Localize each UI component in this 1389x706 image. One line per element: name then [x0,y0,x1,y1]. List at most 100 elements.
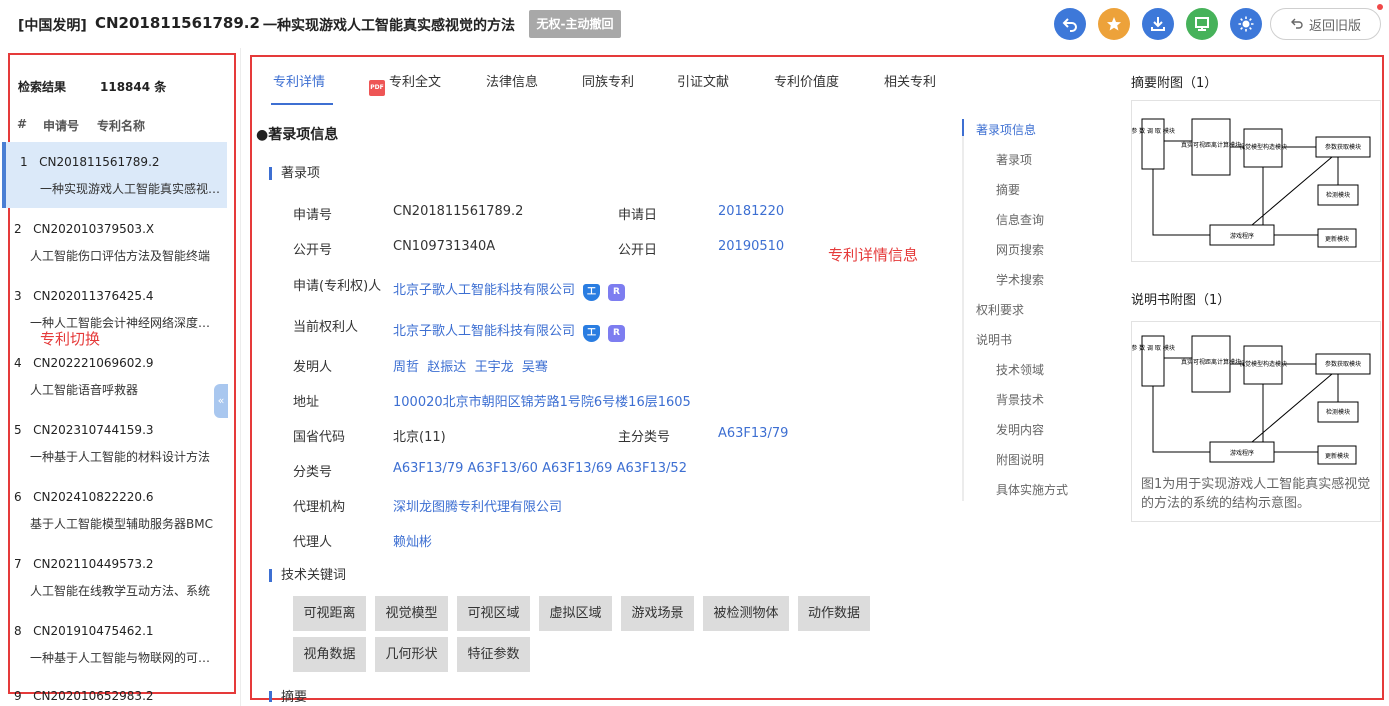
tab-fulltext[interactable]: PDF专利全文 [369,71,441,96]
tab-value[interactable]: 专利价值度 [774,71,839,90]
tab-related[interactable]: 相关专利 [884,71,936,90]
keyword-tag[interactable]: 动作数据 [798,596,870,631]
item-name: 一种基于人工智能的材料设计方法 [30,448,217,465]
item-appno: CN202010652983.2 [33,689,153,703]
monitor-button[interactable] [1186,8,1218,40]
tab-legal[interactable]: 法律信息 [486,71,538,90]
tab-detail[interactable]: 专利详情 [273,71,325,90]
toc-item[interactable]: 著录项 [996,151,1032,168]
diagram-label: 更新模块 [1325,235,1349,243]
divider [240,48,241,706]
list-item[interactable]: 7 CN202110449573.2 人工智能在线教学互动方法、系统 [2,544,227,610]
list-item[interactable]: 6 CN202410822220.6 基于人工智能模型辅助服务器BMC [2,477,227,543]
address-link[interactable]: 100020北京市朝阳区锦芳路1号院6号楼16层1605 [393,391,691,410]
section-title: ●著录项信息 [256,124,338,144]
toc-item[interactable]: 技术领域 [996,361,1044,378]
item-num: 6 [14,490,22,504]
tab-citations[interactable]: 引证文献 [677,71,729,90]
item-num: 2 [14,222,22,236]
keyword-tag[interactable]: 游戏场景 [621,596,694,631]
keyword-tag[interactable]: 几何形状 [375,637,448,672]
item-num: 1 [20,155,28,169]
diagram-label: 游戏程序 [1230,449,1254,457]
subsection-biblio: 著录项 [269,167,320,180]
pub-date-link[interactable]: 20190510 [718,239,784,254]
list-item[interactable]: 4 CN202221069602.9 人工智能语音呼救器 [2,343,227,409]
toc-item[interactable]: 说明书 [976,331,1012,348]
favorite-button[interactable] [1098,8,1130,40]
list-item[interactable]: 1 CN201811561789.2 一种实现游戏人工智能真实感视觉的方法 [2,142,227,208]
toc-item[interactable]: 背景技术 [996,391,1044,408]
toc-item[interactable]: 著录项信息 [976,121,1036,138]
keyword-tag[interactable]: 被检测物体 [703,596,789,631]
applicant-link[interactable]: 北京子歌人工智能科技有限公司 [393,283,575,298]
r-badge-icon[interactable]: R [608,325,625,342]
class-link[interactable]: A63F13/60 [468,461,538,476]
toc-item[interactable]: 附图说明 [996,451,1044,468]
list-item[interactable]: 3 CN202011376425.4 一种人工智能会计神经网络深度学习方法 [2,276,227,342]
class-link[interactable]: A63F13/52 [617,461,687,476]
enterprise-badge-icon[interactable]: 工 [583,325,600,342]
app-date-label: 申请日 [618,204,657,223]
inventor-link[interactable]: 周哲 [393,360,419,375]
app-date-link[interactable]: 20181220 [718,204,784,219]
class-link[interactable]: A63F13/69 [542,461,612,476]
keyword-tag[interactable]: 可视距离 [293,596,366,631]
enterprise-badge-icon[interactable]: 工 [583,284,600,301]
keyword-tag[interactable]: 可视区域 [457,596,530,631]
collapse-sidebar-button[interactable]: « [214,384,228,418]
keyword-tag[interactable]: 视觉模型 [375,596,448,631]
inventor-link[interactable]: 吴骞 [522,360,548,375]
monitor-icon [1193,15,1211,33]
province-label: 国省代码 [293,426,345,445]
list-item[interactable]: 9 CN202010652983.2 [2,678,227,706]
item-appno: CN202011376425.4 [33,289,153,303]
notification-dot [1377,4,1383,10]
item-appno: CN202410822220.6 [33,490,153,504]
pdf-icon: PDF [369,80,385,96]
keyword-tag[interactable]: 视角数据 [293,637,366,672]
item-appno: CN201910475462.1 [33,624,153,638]
main-class-link[interactable]: A63F13/79 [718,426,788,441]
col-name-header: 专利名称 [97,117,145,134]
diagram-label: 视觉模型构造模块 [1239,360,1287,368]
keyword-tag[interactable]: 虚拟区域 [539,596,612,631]
toc-item[interactable]: 发明内容 [996,421,1044,438]
item-appno: CN202221069602.9 [33,356,153,370]
list-item[interactable]: 2 CN202010379503.X 人工智能伤口评估方法及智能终端 [2,209,227,275]
undo-button[interactable] [1054,8,1086,40]
r-badge-icon[interactable]: R [608,284,625,301]
owner-link[interactable]: 北京子歌人工智能科技有限公司 [393,324,575,339]
inventor-link[interactable]: 王宇龙 [475,360,514,375]
status-badge: 无权-主动撤回 [529,10,621,38]
list-item[interactable]: 5 CN202310744159.3 一种基于人工智能的材料设计方法 [2,410,227,476]
toc-item[interactable]: 信息查询 [996,211,1044,228]
active-tab-indicator [271,103,333,105]
toc-active-indicator [962,119,964,136]
sun-icon [1237,15,1255,33]
toc-track [962,119,964,501]
double-chevron-left-icon: « [218,394,225,407]
toc-item[interactable]: 网页搜索 [996,241,1044,258]
agency-label: 代理机构 [293,496,345,515]
download-button[interactable] [1142,8,1174,40]
applicant-label: 申请(专利权)人 [293,275,381,294]
toc-item[interactable]: 权利要求 [976,301,1024,318]
item-appno: CN201811561789.2 [39,155,159,169]
old-version-button[interactable]: 返回旧版 [1270,8,1381,40]
toc-item[interactable]: 摘要 [996,181,1020,198]
diagram-label: 参数获取模块 [1325,360,1361,368]
inventor-link[interactable]: 赵振达 [427,360,466,375]
tab-family[interactable]: 同族专利 [582,71,634,90]
agent-link[interactable]: 赖灿彬 [393,531,432,550]
system-diagram: 参 数 调 取 模块 真实可视距离计算模块 视觉模型构造模块 参数获取模块 检测… [1132,322,1380,472]
list-item[interactable]: 8 CN201910475462.1 一种基于人工智能与物联网的可视化 [2,611,227,677]
agency-link[interactable]: 深圳龙图腾专利代理有限公司 [393,496,562,515]
keyword-tag[interactable]: 特征参数 [457,637,530,672]
item-name: 人工智能语音呼救器 [30,381,217,398]
toc-item[interactable]: 学术搜索 [996,271,1044,288]
theme-button[interactable] [1230,8,1262,40]
class-link[interactable]: A63F13/79 [393,461,463,476]
abstract-figure[interactable]: 参 数 调 取 模块 真实可视距离计算模块 视觉模型构造模块 参数获取模块 检测… [1131,100,1381,262]
toc-item[interactable]: 具体实施方式 [996,481,1068,498]
